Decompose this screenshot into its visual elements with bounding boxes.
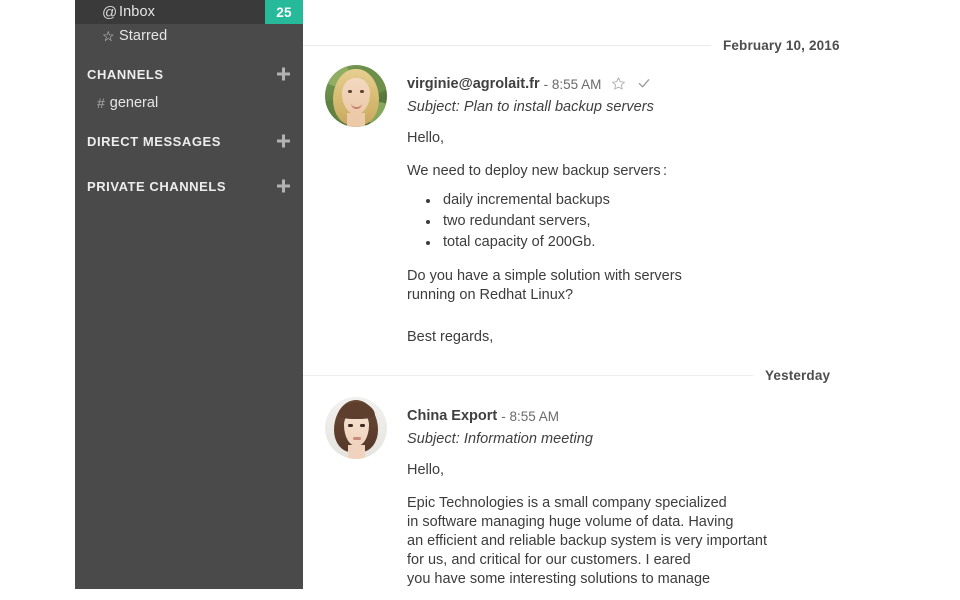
message-sender[interactable]: China Export	[407, 408, 497, 424]
message-paragraph: Epic Technologies is a small company spe…	[407, 495, 767, 587]
message-bullet-list: daily incremental backups two redundant …	[407, 190, 682, 253]
message-item[interactable]: China Export - 8:55 AM Subject: Informat…	[303, 397, 960, 589]
avatar-eye-left	[348, 90, 352, 93]
plus-icon-direct-messages[interactable]	[277, 134, 290, 148]
avatar[interactable]	[325, 397, 387, 459]
star-outline-icon: ☆	[102, 28, 115, 44]
sidebar-channel-label-general: general	[109, 95, 159, 111]
sidebar-item-starred[interactable]: ☆ Starred	[75, 24, 303, 48]
message-greeting: Hello,	[407, 462, 445, 478]
sidebar-item-inbox[interactable]: @ Inbox 25	[75, 0, 303, 24]
avatar-eye-right	[360, 424, 365, 427]
message-subject: Subject: Information meeting	[407, 431, 593, 447]
sidebar-item-label-inbox: Inbox	[119, 4, 155, 20]
list-item: two redundant servers,	[425, 211, 682, 232]
date-label: February 10, 2016	[723, 37, 840, 53]
inbox-unread-badge: 25	[265, 0, 303, 24]
message-timestamp: - 8:55 AM	[501, 408, 560, 424]
message-intro: We need to deploy new backup servers :	[407, 163, 668, 179]
check-mark-icon[interactable]	[637, 76, 651, 92]
message-timestamp: - 8:55 AM	[543, 76, 602, 92]
sidebar-section-direct-messages: DIRECT MESSAGES	[75, 130, 303, 152]
date-divider-yesterday: Yesterday	[303, 365, 960, 385]
message-question: Do you have a simple solution with serve…	[407, 268, 682, 303]
sidebar: @ Inbox 25 ☆ Starred CHANNELS # general …	[75, 0, 303, 589]
avatar-eye-left	[348, 424, 353, 427]
message-body: China Export - 8:55 AM Subject: Informat…	[387, 397, 767, 589]
conversation-panel: February 10, 2016 virginie@agrolait.fr -…	[303, 0, 960, 600]
avatar-eye-right	[360, 90, 364, 93]
plus-icon-private-channels[interactable]	[277, 179, 290, 193]
hash-icon: #	[97, 95, 105, 111]
sidebar-section-channels: CHANNELS	[75, 63, 303, 85]
avatar-neck	[347, 113, 365, 127]
sidebar-section-title-private-channels: PRIVATE CHANNELS	[87, 178, 227, 194]
message-greeting: Hello,	[407, 130, 445, 146]
message-header: virginie@agrolait.fr - 8:55 AM	[407, 75, 682, 93]
divider-rule	[303, 44, 711, 46]
message-sender[interactable]: virginie@agrolait.fr	[407, 76, 540, 92]
at-icon: @	[102, 3, 118, 21]
list-item: total capacity of 200Gb.	[425, 232, 682, 253]
message-body: virginie@agrolait.fr - 8:55 AM Subject: …	[387, 65, 682, 347]
sidebar-section-private-channels: PRIVATE CHANNELS	[75, 175, 303, 197]
date-label: Yesterday	[765, 367, 831, 383]
sidebar-section-title-channels: CHANNELS	[87, 66, 164, 82]
avatar-neck	[348, 445, 365, 459]
sidebar-item-label-starred: Starred	[119, 28, 168, 44]
divider-rule	[303, 374, 753, 376]
sidebar-section-title-direct-messages: DIRECT MESSAGES	[87, 133, 221, 149]
sidebar-channel-general[interactable]: # general	[75, 92, 303, 114]
plus-icon-channels[interactable]	[277, 67, 290, 81]
message-header: China Export - 8:55 AM	[407, 407, 767, 425]
star-outline-icon[interactable]	[611, 76, 626, 93]
message-closing: Best regards,	[407, 329, 494, 345]
message-subject: Subject: Plan to install backup servers	[407, 99, 654, 115]
avatar-mouth	[353, 437, 361, 440]
list-item: daily incremental backups	[425, 190, 682, 211]
message-item[interactable]: virginie@agrolait.fr - 8:55 AM Subject: …	[303, 65, 960, 347]
avatar[interactable]	[325, 65, 387, 127]
date-divider-february: February 10, 2016	[303, 35, 960, 55]
